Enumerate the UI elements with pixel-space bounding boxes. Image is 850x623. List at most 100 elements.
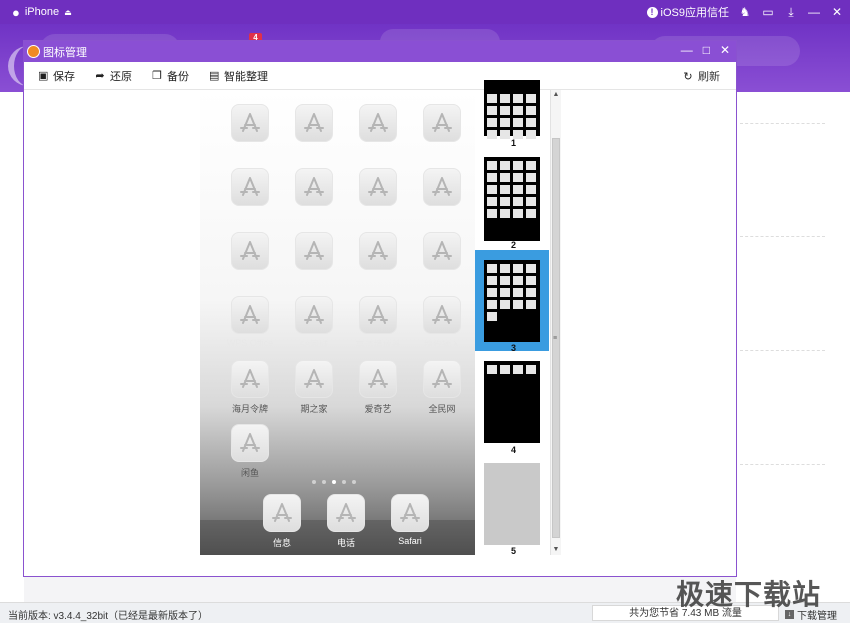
download-arrow-icon[interactable]: ⤓ [784, 5, 798, 20]
app-icon-item[interactable]: 期之家 [286, 360, 342, 420]
app-icon-item[interactable]: 海月令牌 [222, 360, 278, 420]
app-icon-item[interactable]: 58同城 [286, 296, 342, 356]
mini-app-icon [500, 118, 510, 127]
app-icon-item[interactable]: 高清播放器 [350, 296, 406, 356]
restore-button[interactable]: ➦ 还原 [95, 68, 132, 84]
page-dot[interactable] [322, 480, 326, 484]
window-close-button[interactable]: ✕ [830, 5, 844, 19]
page-thumbnail[interactable] [484, 157, 540, 241]
app-store-icon [231, 360, 269, 398]
app-icon-item[interactable] [350, 232, 406, 292]
message-icon[interactable]: ▭ [761, 5, 775, 19]
app-store-icon [359, 168, 397, 206]
app-label: 高清播放器 [355, 340, 401, 350]
page-thumbnail[interactable] [484, 463, 540, 545]
page-thumbnail[interactable] [484, 361, 540, 443]
dialog-close-button[interactable]: ✕ [720, 43, 730, 57]
app-icon-item[interactable] [414, 104, 470, 164]
app-store-icon [263, 494, 301, 532]
dialog-title: 图标管理 [43, 46, 87, 59]
app-icon-item[interactable]: 爱奇艺 [350, 360, 406, 420]
divider [740, 464, 825, 465]
app-store-icon [359, 232, 397, 270]
dialog-title-bar: 图标管理 — □ ✕ [24, 41, 736, 62]
app-icon-item[interactable]: Safari [382, 494, 438, 554]
app-icon-item[interactable]: 全民网 [414, 360, 470, 420]
app-icon-item[interactable]: 闲鱼 [222, 424, 278, 484]
app-icon-item[interactable] [286, 104, 342, 164]
mini-app-icon [487, 276, 497, 285]
device-tab-iphone[interactable]: ● iPhone ⏏ [6, 3, 80, 21]
app-icon-item[interactable] [222, 168, 278, 228]
app-store-icon [359, 296, 397, 334]
mini-app-icon [500, 94, 510, 103]
page-dot[interactable] [332, 480, 336, 484]
page-dot[interactable] [342, 480, 346, 484]
app-icon-item[interactable]: 搜狗输入 [414, 296, 470, 356]
app-label: 信息 [272, 538, 291, 548]
save-button[interactable]: ▣ 保存 [38, 68, 75, 84]
mini-app-icon [500, 173, 510, 182]
mini-app-icon [500, 300, 510, 309]
scroll-down-arrow-icon[interactable]: ▼ [551, 546, 561, 553]
app-icon-item[interactable] [414, 168, 470, 228]
mini-app-icon [487, 264, 497, 273]
mini-app-icon [513, 197, 523, 206]
shirt-skin-icon[interactable]: ♞ [738, 5, 752, 19]
app-icon-item[interactable] [350, 104, 406, 164]
app-icon-item[interactable] [350, 168, 406, 228]
dialog-maximize-button[interactable]: □ [703, 43, 710, 57]
mini-app-icon [487, 173, 497, 182]
app-store-icon [295, 296, 333, 334]
mini-app-icon [500, 197, 510, 206]
app-store-icon [423, 232, 461, 270]
scroll-up-arrow-icon[interactable]: ▲ [551, 91, 561, 98]
app-store-icon [231, 296, 269, 334]
divider [740, 236, 825, 237]
mini-app-icon [487, 300, 497, 309]
app-label: 全民网 [428, 404, 456, 414]
smart-arrange-button[interactable]: ▤ 智能整理 [209, 68, 268, 84]
backup-button[interactable]: ❐ 备份 [152, 68, 189, 84]
eject-icon[interactable]: ⏏ [64, 8, 72, 17]
page-dot[interactable] [312, 480, 316, 484]
app-icon-item[interactable] [222, 232, 278, 292]
app-icon-item[interactable]: 电话 [318, 494, 374, 554]
thumbnail-scrollbar[interactable]: ▲ ≡ ▼ [550, 90, 561, 555]
app-label: 电话 [336, 538, 355, 548]
app-store-icon [391, 494, 429, 532]
mini-app-icon [526, 264, 536, 273]
mini-app-icon [487, 185, 497, 194]
app-store-icon [423, 104, 461, 142]
app-icon-item[interactable] [286, 232, 342, 292]
mini-app-icon [526, 94, 536, 103]
mini-app-icon [500, 276, 510, 285]
mini-app-icon [526, 365, 536, 374]
app-label: WPS Office [226, 338, 274, 348]
app-icon-item[interactable] [222, 104, 278, 164]
page-thumbnail-list: 1 2 3 4 5 [475, 80, 552, 556]
mini-app-icon [513, 118, 523, 127]
refresh-button[interactable]: ↻ 刷新 [683, 68, 720, 84]
dialog-minimize-button[interactable]: — [681, 43, 693, 57]
page-dot[interactable] [352, 480, 356, 484]
app-label: 爱奇艺 [364, 404, 392, 414]
mini-app-icon [513, 106, 523, 115]
watermark-text: 极速下载站 [676, 579, 822, 610]
ios9-trust-link[interactable]: ! iOS9应用信任 [646, 4, 729, 20]
app-icon-item[interactable] [414, 232, 470, 292]
app-icon-item[interactable]: WPS Office [222, 296, 278, 356]
mini-app-icon [500, 365, 510, 374]
window-minimize-button[interactable]: — [807, 5, 821, 19]
app-icon-item[interactable]: 信息 [254, 494, 310, 554]
app-label: 闲鱼 [240, 468, 259, 478]
mini-app-icon [526, 197, 536, 206]
restore-label: 还原 [110, 70, 132, 83]
app-icon-item[interactable] [286, 168, 342, 228]
page-thumbnail[interactable] [484, 260, 540, 342]
page-thumbnail[interactable] [484, 80, 540, 139]
copy-icon: ❐ [152, 70, 162, 82]
mini-app-icon [513, 209, 523, 218]
refresh-icon: ↻ [683, 70, 693, 83]
device-tab-label: iPhone [24, 6, 60, 18]
